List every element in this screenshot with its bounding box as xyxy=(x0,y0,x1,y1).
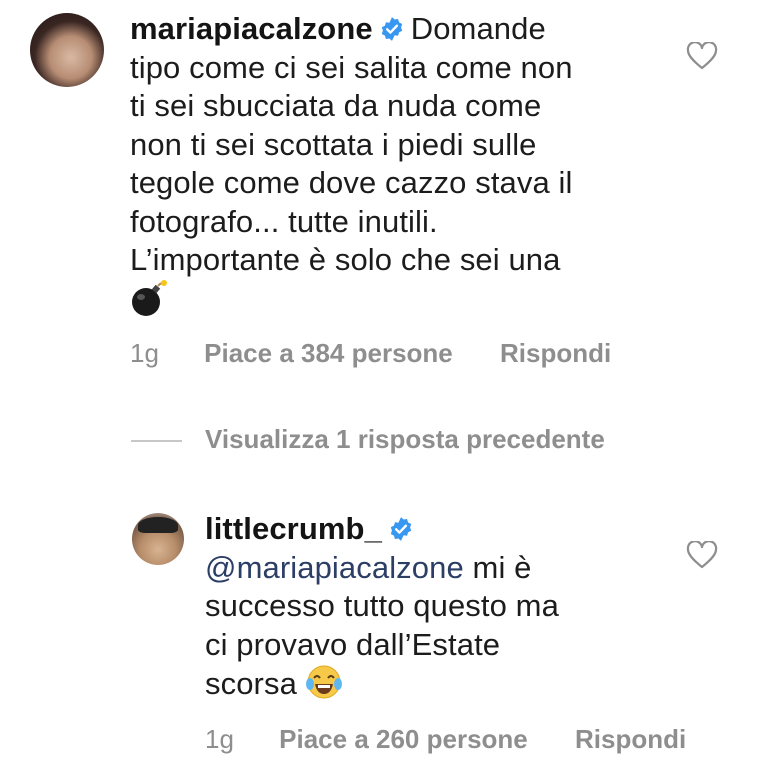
comment-line-5: fotografo... tutte inutili. xyxy=(130,203,438,239)
reply-body: littlecrumb_ @mariapiacalzone mi è succe… xyxy=(205,510,675,704)
comment-line-2: ti sei sbucciata da nuda come xyxy=(130,88,542,123)
reply-line-2: ci provavo dall’Estate xyxy=(205,626,501,662)
comment-reply-button[interactable]: Rispondi xyxy=(500,338,611,368)
reply-mention-link[interactable]: @mariapiacalzone xyxy=(205,550,464,585)
reply-reply-button[interactable]: Rispondi xyxy=(575,724,686,754)
comment-line-6: L’importante è solo che sei una xyxy=(130,242,561,277)
comment-line-0: Domande xyxy=(410,11,546,46)
comment-username[interactable]: mariapiacalzone xyxy=(130,11,373,46)
avatar-littlecrumb[interactable] xyxy=(132,513,184,565)
comment-line-1: tipo come ci sei salita come non xyxy=(130,49,573,85)
reply-meta: 1g Piace a 260 persone Rispondi xyxy=(205,724,686,755)
replies-divider xyxy=(131,440,182,442)
comment-time: 1g xyxy=(130,338,159,368)
comment-likes-link[interactable]: Piace a 384 persone xyxy=(204,338,453,368)
reply-likes-link[interactable]: Piace a 260 persone xyxy=(279,724,528,754)
comment-line-4: tegole come dove cazzo stava il xyxy=(130,165,573,200)
bomb-icon xyxy=(132,279,167,316)
reply-line-3: scorsa xyxy=(205,666,306,701)
comment-meta: 1g Piace a 384 persone Rispondi xyxy=(130,338,611,369)
comment-body: mariapiacalzone Domande tipo come ci sei… xyxy=(130,10,690,320)
view-previous-replies-button[interactable]: Visualizza 1 risposta precedente xyxy=(205,424,605,455)
comment-line-3: non ti sei scottata i piedi sulle xyxy=(130,126,537,162)
like-heart-icon[interactable] xyxy=(686,42,718,70)
reply-time: 1g xyxy=(205,724,234,754)
hat-graphic xyxy=(138,517,178,533)
avatar-mariapiacalzone[interactable] xyxy=(30,13,104,87)
reply-line-0: mi è xyxy=(463,549,532,585)
verified-badge-icon xyxy=(381,17,402,41)
verified-badge-icon xyxy=(390,517,412,541)
reply-line-1: successo tutto questo ma xyxy=(205,588,559,623)
reply-username[interactable]: littlecrumb_ xyxy=(205,511,382,546)
laughing-tears-icon xyxy=(305,665,342,699)
reply-like-heart-icon[interactable] xyxy=(686,541,718,569)
